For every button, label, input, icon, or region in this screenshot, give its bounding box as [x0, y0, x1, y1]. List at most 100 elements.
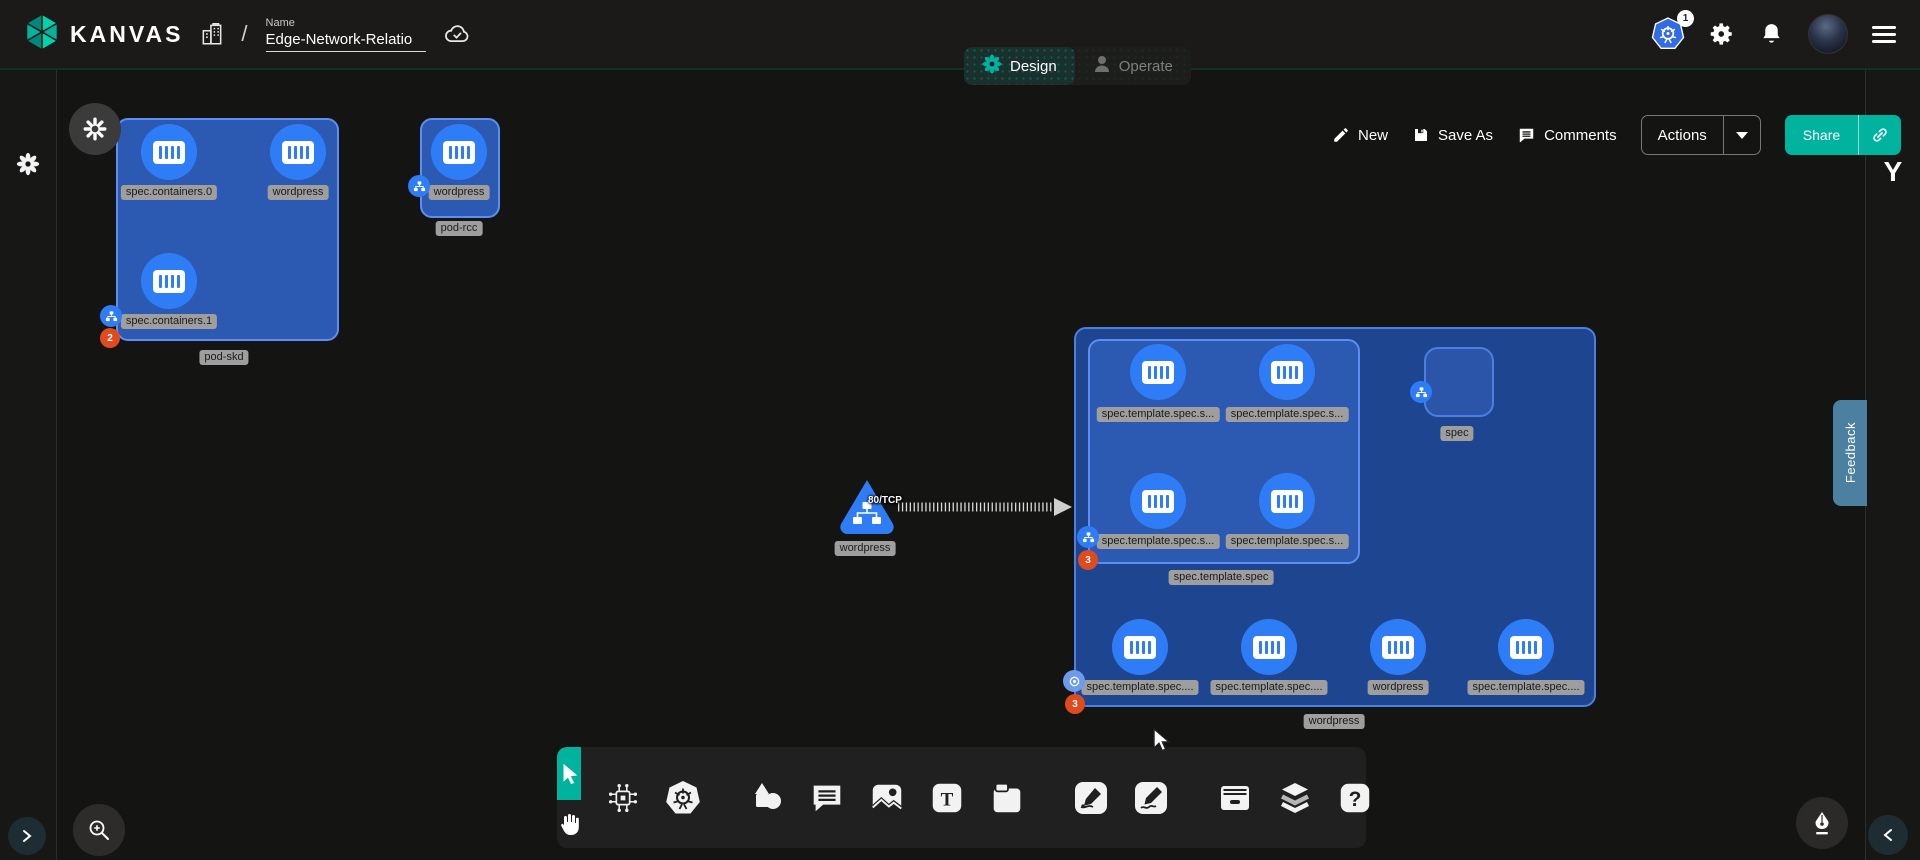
- kubernetes-context-button[interactable]: 1: [1651, 17, 1685, 51]
- feedback-label: Feedback: [1843, 422, 1858, 483]
- tab-operate[interactable]: Operate: [1075, 47, 1191, 85]
- expand-left-panel-button[interactable]: [8, 817, 46, 855]
- actions-dropdown-button[interactable]: [1723, 116, 1760, 154]
- copy-link-button[interactable]: [1858, 115, 1901, 155]
- pen-icon: [1071, 778, 1111, 818]
- pod-badge-icon[interactable]: [100, 305, 122, 327]
- container-node[interactable]: [1498, 619, 1554, 675]
- hand-icon: [557, 811, 581, 837]
- left-rail: [0, 70, 57, 860]
- feedback-tab[interactable]: Feedback: [1833, 400, 1867, 506]
- spec-node[interactable]: [1424, 347, 1494, 417]
- caret-down-icon: [1736, 132, 1748, 139]
- breadcrumb-separator: /: [241, 21, 247, 47]
- pan-tool[interactable]: [557, 800, 581, 848]
- comments-label: Comments: [1544, 127, 1617, 144]
- pen-nib-icon: [1810, 810, 1834, 836]
- user-avatar[interactable]: [1808, 14, 1848, 54]
- zoom-button[interactable]: [73, 804, 125, 856]
- text-tool[interactable]: T: [925, 776, 969, 820]
- freehand-pencil-icon: [1131, 778, 1171, 818]
- save-as-button[interactable]: Save As: [1412, 126, 1493, 144]
- notifications-bell-icon[interactable]: [1759, 21, 1784, 47]
- pencil-tool[interactable]: [1129, 776, 1173, 820]
- kubernetes-tool[interactable]: [661, 776, 705, 820]
- container-node[interactable]: [141, 124, 197, 180]
- error-count-badge[interactable]: 3: [1078, 550, 1098, 570]
- kanvas-logo[interactable]: KANVAS: [24, 12, 183, 57]
- deployment-badge-icon[interactable]: [1063, 670, 1085, 692]
- container-node[interactable]: [1130, 344, 1186, 400]
- container-node[interactable]: [270, 124, 326, 180]
- pen-tool[interactable]: [1069, 776, 1113, 820]
- actions-button[interactable]: Actions: [1642, 116, 1723, 154]
- frame-tool[interactable]: [985, 776, 1029, 820]
- shapes-tool[interactable]: [745, 776, 789, 820]
- container-icon: [443, 141, 475, 164]
- container-node[interactable]: [1370, 619, 1426, 675]
- container-node[interactable]: [431, 124, 487, 180]
- container-icon: [1271, 490, 1303, 513]
- app-header: KANVAS / Name Edge-Network-Relatio: [0, 0, 1920, 70]
- comments-button[interactable]: Comments: [1517, 126, 1617, 145]
- container-icon: [282, 141, 314, 164]
- hamburger-menu-icon[interactable]: [1872, 26, 1896, 43]
- new-button[interactable]: New: [1332, 126, 1388, 144]
- layers-tool[interactable]: [1273, 776, 1317, 820]
- tab-design[interactable]: Design: [964, 47, 1075, 85]
- node-label: spec.template.spec.s...: [1097, 407, 1220, 422]
- container-icon: [153, 141, 185, 164]
- collapse-right-panel-button[interactable]: [1868, 815, 1908, 855]
- pod-badge-icon[interactable]: [1077, 526, 1099, 548]
- chip-icon: [604, 779, 642, 817]
- node-label: spec.template.spec....: [1211, 680, 1328, 695]
- design-name-input[interactable]: Edge-Network-Relatio: [266, 31, 426, 52]
- container-node[interactable]: [1259, 344, 1315, 400]
- pod-badge-icon[interactable]: [408, 175, 430, 197]
- component-tool[interactable]: [601, 776, 645, 820]
- pod-badge-icon[interactable]: [1410, 381, 1432, 403]
- image-icon: [868, 779, 906, 817]
- canvas-toolbar: T: [557, 747, 1366, 848]
- select-tool[interactable]: [557, 747, 581, 800]
- comment-tool[interactable]: [805, 776, 849, 820]
- settings-gear-icon[interactable]: [1709, 21, 1735, 47]
- cloud-sync-icon[interactable]: [442, 21, 472, 47]
- container-node[interactable]: [1112, 619, 1168, 675]
- service-node-wordpress[interactable]: [836, 476, 898, 543]
- container-node[interactable]: [1241, 619, 1297, 675]
- shapes-icon: [747, 778, 787, 818]
- share-button[interactable]: Share: [1785, 115, 1858, 155]
- group-label: pod-skd: [199, 350, 248, 365]
- container-node[interactable]: [141, 253, 197, 309]
- node-label: wordpress: [268, 185, 329, 200]
- error-count-badge[interactable]: 2: [100, 328, 120, 348]
- error-count-badge[interactable]: 3: [1065, 694, 1085, 714]
- edge-port-label: 80/TCP: [868, 495, 902, 506]
- workspace-building-icon[interactable]: [199, 21, 225, 47]
- group-label: spec.template.spec: [1169, 570, 1274, 585]
- right-dock-handle[interactable]: Y: [1884, 156, 1903, 188]
- design-name-field[interactable]: Name Edge-Network-Relatio: [266, 17, 426, 52]
- image-tool[interactable]: [865, 776, 909, 820]
- mode-tabbar: Design Operate: [964, 47, 1191, 85]
- meshery-spiral-icon[interactable]: [16, 152, 40, 181]
- svg-text:T: T: [941, 789, 954, 810]
- cluster-flower-button[interactable]: [69, 103, 121, 155]
- actions-split-button: Actions: [1641, 115, 1761, 155]
- node-label: spec.template.spec.s...: [1226, 407, 1349, 422]
- container-node[interactable]: [1130, 473, 1186, 529]
- node-label: wordpress: [1368, 680, 1429, 695]
- annotate-pen-button[interactable]: [1796, 797, 1848, 849]
- flower-asterisk-icon: [82, 116, 108, 142]
- actions-label: Actions: [1658, 127, 1707, 144]
- help-tool[interactable]: ?: [1333, 776, 1377, 820]
- kubernetes-wheel-icon: [663, 778, 703, 818]
- template-spec-group[interactable]: [1088, 339, 1360, 564]
- archive-tool[interactable]: [1213, 776, 1257, 820]
- container-node[interactable]: [1259, 473, 1315, 529]
- node-label: spec.containers.0: [121, 185, 217, 200]
- container-icon: [1142, 490, 1174, 513]
- cursor-arrow-icon: [558, 762, 580, 786]
- text-icon: T: [928, 779, 966, 817]
